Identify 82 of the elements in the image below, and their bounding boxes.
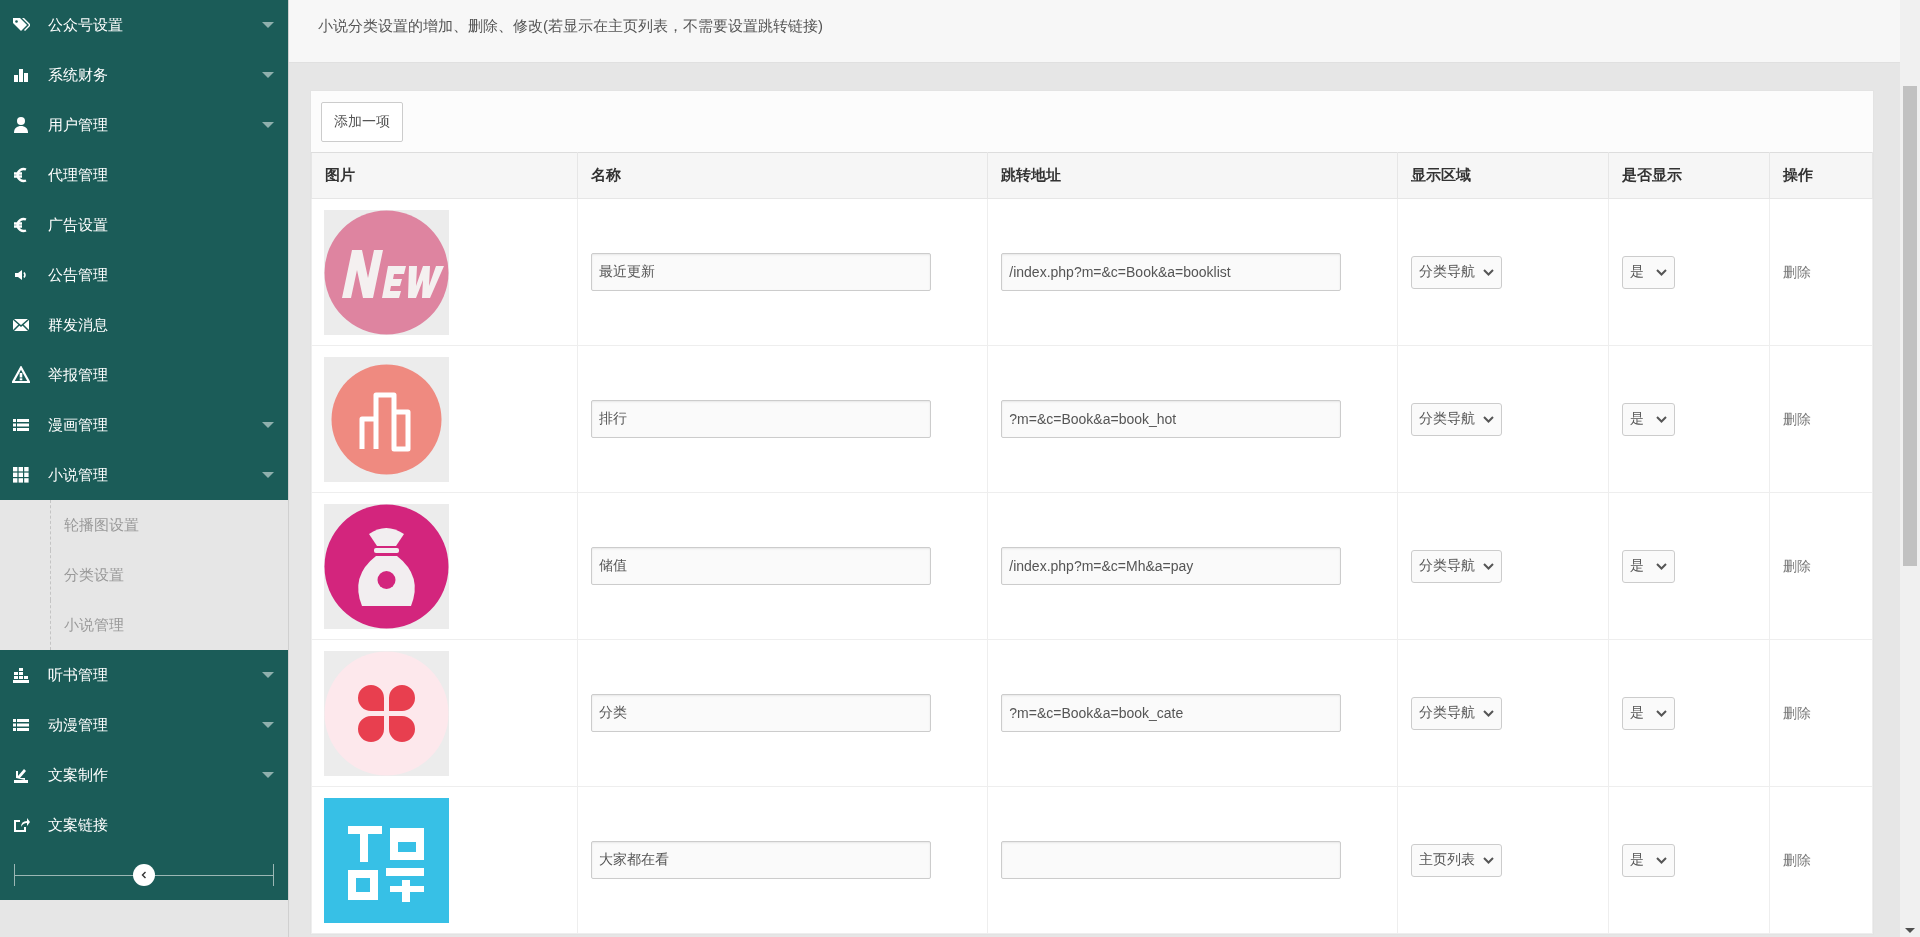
column-header: 显示区域 bbox=[1397, 152, 1609, 199]
chevron-icon bbox=[1656, 562, 1668, 570]
sidebar-item[interactable]: 代理管理 bbox=[0, 150, 288, 200]
caret-icon bbox=[262, 22, 274, 28]
name-field[interactable]: 最近更新 bbox=[590, 253, 931, 291]
warning-icon bbox=[12, 366, 30, 384]
column-header: 名称 bbox=[577, 152, 988, 199]
sidebar-item[interactable]: 系统财务 bbox=[0, 50, 288, 100]
edit-icon bbox=[12, 766, 30, 784]
grid-icon bbox=[12, 466, 30, 484]
name-field[interactable]: 大家都在看 bbox=[590, 841, 931, 879]
sidebar-item[interactable]: 文案制作 bbox=[0, 750, 288, 800]
chevron-icon bbox=[1656, 709, 1668, 717]
clover-icon bbox=[324, 650, 449, 776]
name-field[interactable]: 储值 bbox=[590, 547, 931, 585]
visible-select[interactable]: 是 bbox=[1622, 549, 1676, 583]
caret-icon bbox=[262, 772, 274, 778]
envelope-icon bbox=[12, 316, 30, 334]
user-icon bbox=[12, 116, 30, 134]
sidebar-item[interactable]: 漫画管理 bbox=[0, 400, 288, 450]
delete-link[interactable]: 删除 bbox=[1782, 410, 1811, 427]
page-subtitle: 小说分类设置的增加、删除、修改(若显示在主页列表，不需要设置跳转链接) bbox=[318, 17, 823, 36]
bar-chart-icon bbox=[12, 66, 30, 84]
area-select[interactable]: 分类导航 bbox=[1411, 255, 1503, 289]
chevron-icon bbox=[1483, 415, 1495, 423]
chevron-icon bbox=[1483, 709, 1495, 717]
url-field[interactable] bbox=[1001, 841, 1342, 879]
name-field[interactable]: 排行 bbox=[590, 400, 931, 438]
sidebar-item[interactable]: 听书管理 bbox=[0, 650, 288, 700]
name-field[interactable]: 分类 bbox=[590, 694, 931, 732]
sidebar-item[interactable]: 用户管理 bbox=[0, 100, 288, 150]
chevron-icon bbox=[1656, 415, 1668, 423]
visible-select[interactable]: 是 bbox=[1622, 696, 1676, 730]
bar-chart-icon bbox=[324, 356, 449, 482]
sidebar-item[interactable]: 动漫管理 bbox=[0, 700, 288, 750]
url-field[interactable]: ?m=&c=Book&a=book_hot bbox=[1001, 400, 1342, 438]
sidebar-item[interactable]: 公众号设置 bbox=[0, 0, 288, 50]
visible-select[interactable]: 是 bbox=[1622, 843, 1676, 877]
url-field[interactable]: /index.php?m=&c=Book&a=booklist bbox=[1001, 253, 1342, 291]
sidebar-item[interactable]: 举报管理 bbox=[0, 350, 288, 400]
visible-select[interactable]: 是 bbox=[1622, 402, 1676, 436]
bars-icon bbox=[12, 666, 30, 684]
delete-link[interactable]: 删除 bbox=[1782, 557, 1811, 574]
collapse-button[interactable] bbox=[133, 863, 155, 886]
chevron-icon bbox=[1656, 856, 1668, 864]
chevron-icon bbox=[1656, 268, 1668, 276]
share-icon bbox=[12, 816, 30, 834]
column-header: 是否显示 bbox=[1608, 152, 1770, 199]
caret-icon bbox=[262, 672, 274, 678]
area-select[interactable]: 分类导航 bbox=[1411, 549, 1503, 583]
delete-link[interactable]: 删除 bbox=[1782, 263, 1811, 280]
visible-select[interactable]: 是 bbox=[1622, 255, 1676, 289]
area-select[interactable]: 分类导航 bbox=[1411, 696, 1503, 730]
area-select[interactable]: 分类导航 bbox=[1411, 402, 1503, 436]
add-button[interactable]: 添加一项 bbox=[321, 101, 403, 142]
delete-link[interactable]: 删除 bbox=[1782, 851, 1811, 868]
sidebar-item[interactable]: 广告设置 bbox=[0, 200, 288, 250]
sidebar-item[interactable]: 公告管理 bbox=[0, 250, 288, 300]
caret-icon bbox=[262, 472, 274, 478]
chevron-left-icon bbox=[139, 869, 149, 880]
column-header: 跳转地址 bbox=[987, 152, 1398, 199]
column-header: 图片 bbox=[311, 152, 577, 199]
sidebar-item[interactable]: 小说管理 bbox=[0, 450, 288, 500]
caret-icon bbox=[262, 122, 274, 128]
scrollbar[interactable] bbox=[1900, 0, 1920, 937]
chevron-icon bbox=[1483, 856, 1495, 864]
list-icon bbox=[12, 716, 30, 734]
area-select[interactable]: 主页列表 bbox=[1411, 843, 1503, 877]
list-icon bbox=[12, 416, 30, 434]
chevron-icon bbox=[1483, 562, 1495, 570]
tags-icon bbox=[12, 16, 30, 34]
caret-icon bbox=[262, 722, 274, 728]
caret-icon bbox=[262, 422, 274, 428]
delete-link[interactable]: 删除 bbox=[1782, 704, 1811, 721]
money-bag-icon bbox=[324, 503, 449, 629]
url-field[interactable]: ?m=&c=Book&a=book_cate bbox=[1001, 694, 1342, 732]
url-field[interactable]: /index.php?m=&c=Mh&a=pay bbox=[1001, 547, 1342, 585]
sidebar-item[interactable]: 群发消息 bbox=[0, 300, 288, 350]
column-header: 操作 bbox=[1769, 152, 1873, 199]
caret-icon bbox=[262, 72, 274, 78]
chevron-icon bbox=[1483, 268, 1495, 276]
sidebar-item[interactable]: 文案链接 bbox=[0, 800, 288, 850]
